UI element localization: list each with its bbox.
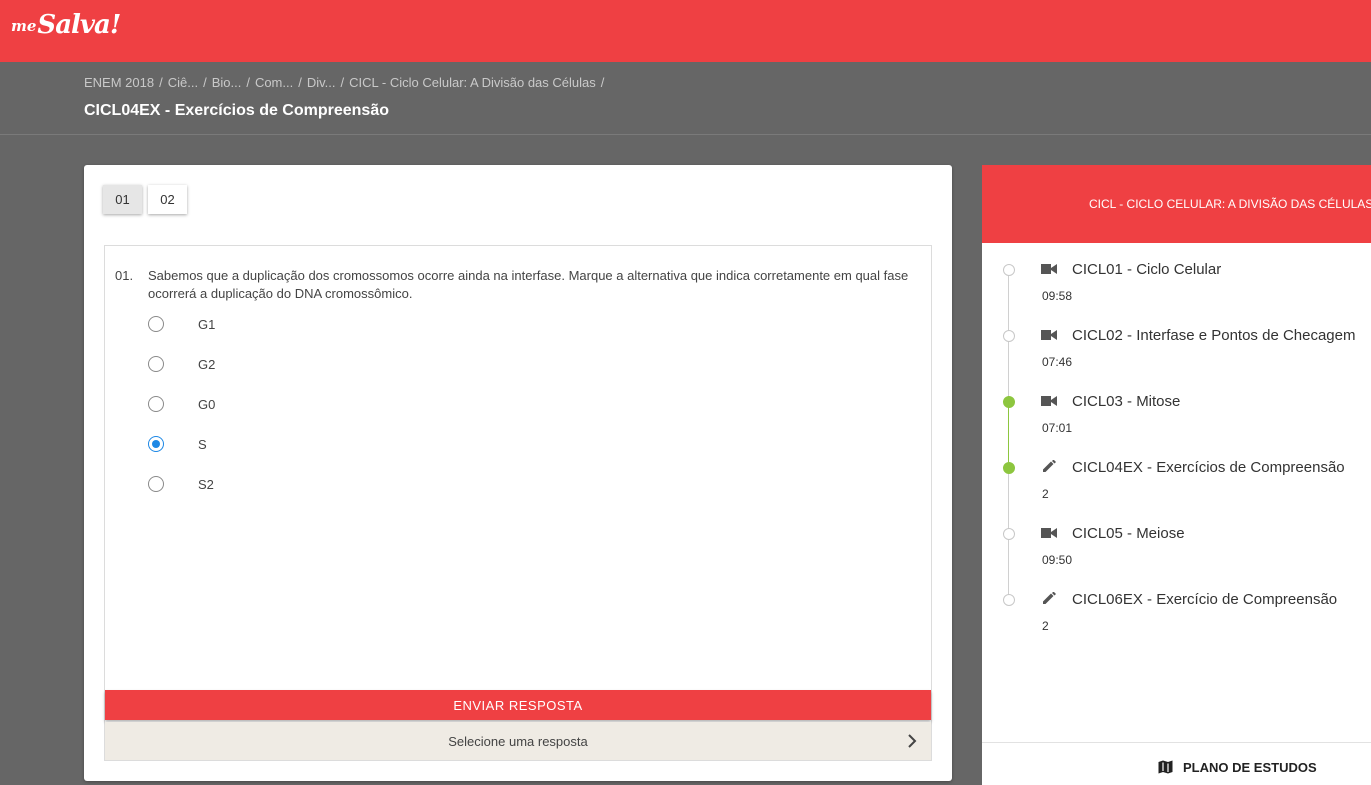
lesson-duration: 09:50 (1042, 553, 1073, 567)
status-dot-done (1003, 462, 1015, 474)
breadcrumb-separator: / (298, 75, 302, 90)
select-answer-hint: Selecione uma resposta (448, 733, 588, 749)
sidebar-item-cicl06ex[interactable]: CICL06EX - Exercício de Compreensão 2 (982, 588, 1371, 648)
logo-main: Salva! (37, 10, 121, 40)
sidebar-item-cicl04ex[interactable]: CICL04EX - Exercícios de Compreensão 2 (982, 456, 1371, 516)
option-label: S (198, 436, 207, 452)
lesson-duration: 09:58 (1042, 289, 1073, 303)
lesson-duration: 07:01 (1042, 421, 1073, 435)
status-dot (1003, 330, 1015, 342)
radio-button[interactable] (148, 356, 164, 372)
breadcrumb-separator: / (246, 75, 250, 90)
lesson-title: CICL04EX - Exercícios de Compreensão (1072, 459, 1345, 476)
tab-question-02[interactable]: 02 (148, 185, 187, 214)
breadcrumb-item-cicl[interactable]: CICL - Ciclo Celular: A Divisão das Célu… (349, 75, 596, 90)
breadcrumb-separator: / (159, 75, 163, 90)
chevron-right-icon[interactable] (903, 732, 921, 750)
breadcrumb-separator: / (600, 75, 605, 90)
exercise-count: 2 (1042, 619, 1049, 633)
radio-button[interactable] (148, 316, 164, 332)
status-dot (1003, 264, 1015, 276)
tab-question-01[interactable]: 01 (103, 185, 142, 214)
submit-answer-button[interactable]: ENVIAR RESPOSTA (105, 690, 931, 720)
option-g1[interactable]: G1 (148, 315, 215, 333)
option-label: G1 (198, 316, 216, 332)
pencil-icon (1043, 460, 1056, 472)
lesson-title: CICL02 - Interfase e Pontos de Checagem (1072, 327, 1356, 344)
lesson-title: CICL03 - Mitose (1072, 393, 1181, 410)
lesson-title: CICL01 - Ciclo Celular (1072, 261, 1222, 278)
video-icon (1041, 528, 1057, 538)
breadcrumb-item-com[interactable]: Com... (255, 75, 293, 90)
sidebar-item-cicl05[interactable]: CICL05 - Meiose 09:50 (982, 522, 1371, 582)
page-title: CICL04EX - Exercícios de Compreensão (84, 102, 389, 119)
sidebar-item-cicl01[interactable]: CICL01 - Ciclo Celular 09:58 (982, 258, 1371, 318)
breadcrumb-item-biologia[interactable]: Bio... (212, 75, 242, 90)
sidebar-item-cicl02[interactable]: CICL02 - Interfase e Pontos de Checagem … (982, 324, 1371, 384)
lesson-title: CICL05 - Meiose (1072, 525, 1185, 542)
lesson-title: CICL06EX - Exercício de Compreensão (1072, 591, 1338, 608)
lesson-duration: 07:46 (1042, 355, 1073, 369)
select-answer-bar[interactable]: Selecione uma resposta (105, 722, 931, 760)
study-plan-label: PLANO DE ESTUDOS (1183, 760, 1317, 775)
exercise-count: 2 (1042, 487, 1049, 501)
map-icon (1158, 760, 1173, 774)
lesson-sidebar: CICL - CICLO CELULAR: A DIVISÃO DAS CÉLU… (982, 165, 1371, 785)
study-plan-button[interactable]: PLANO DE ESTUDOS (982, 742, 1371, 785)
breadcrumb-item-enem[interactable]: ENEM 2018 (84, 75, 154, 90)
radio-button[interactable] (148, 476, 164, 492)
question-tabs: 01 02 (103, 185, 187, 214)
option-s[interactable]: S (148, 435, 207, 453)
question-box: 01. Sabemos que a duplicação dos cromoss… (104, 245, 932, 761)
sidebar-item-cicl03[interactable]: CICL03 - Mitose 07:01 (982, 390, 1371, 450)
breadcrumb-item-div[interactable]: Div... (307, 75, 336, 90)
option-g0[interactable]: G0 (148, 395, 215, 413)
logo[interactable]: meSalva! (11, 10, 121, 40)
sidebar-header: CICL - CICLO CELULAR: A DIVISÃO DAS CÉLU… (982, 165, 1371, 243)
status-dot (1003, 528, 1015, 540)
video-icon (1041, 396, 1057, 406)
option-s2[interactable]: S2 (148, 475, 214, 493)
module-title: CICL - CICLO CELULAR: A DIVISÃO DAS CÉLU… (1089, 197, 1371, 211)
option-label: G0 (198, 396, 216, 412)
status-dot (1003, 594, 1015, 606)
option-label: G2 (198, 356, 216, 372)
breadcrumb-item-ciencias[interactable]: Ciê... (168, 75, 198, 90)
question-text: Sabemos que a duplicação dos cromossomos… (148, 268, 909, 301)
question-number: 01. (115, 268, 134, 283)
radio-button[interactable] (148, 396, 164, 412)
video-icon (1041, 264, 1057, 274)
pencil-icon (1043, 592, 1056, 604)
exercise-card: 01 02 01. Sabemos que a duplicação dos c… (84, 165, 952, 781)
breadcrumb-separator: / (203, 75, 207, 90)
top-bar: meSalva! (0, 0, 1371, 62)
breadcrumb-separator: / (340, 75, 345, 90)
option-g2[interactable]: G2 (148, 355, 215, 373)
option-label: S2 (198, 476, 214, 492)
logo-prefix: me (11, 17, 37, 35)
radio-button-selected[interactable] (148, 436, 164, 452)
breadcrumb: ENEM 2018 / Ciê... / Bio... / Com... / Div... / CI… (84, 75, 609, 90)
status-dot-done (1003, 396, 1015, 408)
video-icon (1041, 330, 1057, 340)
page-header: ENEM 2018 / Ciê... / Bio... / Com... / Div... / CI… (0, 62, 1371, 135)
